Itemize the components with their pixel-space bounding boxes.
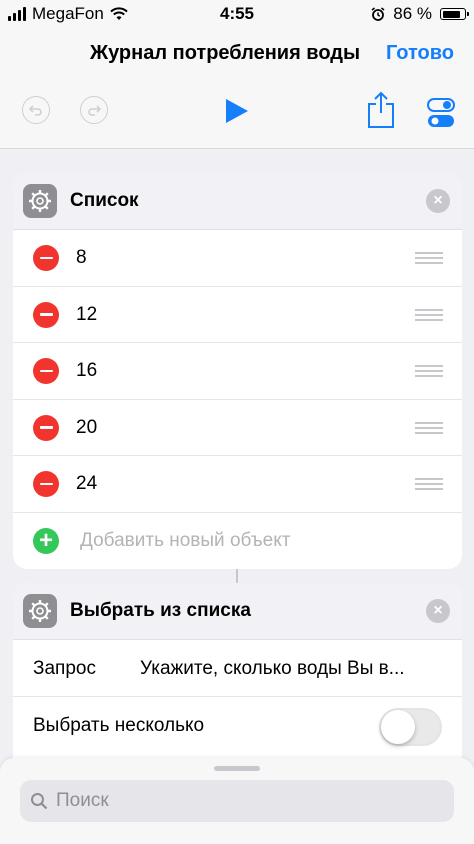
redo-icon xyxy=(88,105,101,116)
toggle-settings-icon xyxy=(427,98,455,127)
battery-icon xyxy=(440,8,469,20)
status-right: 86 % xyxy=(371,4,469,24)
add-item-placeholder[interactable]: Добавить новый объект xyxy=(80,530,290,552)
add-item-row[interactable]: + Добавить новый объект xyxy=(13,513,462,569)
add-item-button[interactable]: + xyxy=(33,526,59,554)
play-icon xyxy=(226,99,248,123)
delete-item-button[interactable] xyxy=(33,414,59,441)
page-title: Журнал потребления воды xyxy=(90,42,361,64)
redo-button[interactable] xyxy=(80,96,108,124)
delete-item-button[interactable] xyxy=(33,301,59,328)
choose-from-list-card: Выбрать из списка × Запрос Укажите, скол… xyxy=(13,583,462,783)
delete-item-button[interactable] xyxy=(33,358,59,384)
reorder-handle-icon[interactable] xyxy=(415,365,443,380)
plus-icon: + xyxy=(38,526,53,554)
alarm-icon xyxy=(371,7,385,21)
delete-item-button[interactable] xyxy=(33,245,59,271)
close-icon: × xyxy=(433,602,443,619)
list-item-value[interactable]: 12 xyxy=(76,304,97,326)
gear-icon xyxy=(23,594,57,628)
settings-button[interactable] xyxy=(427,98,455,133)
navigation-bar: Журнал потребления воды Готово xyxy=(0,28,474,149)
undo-icon xyxy=(29,105,42,116)
list-item-value[interactable]: 24 xyxy=(76,473,97,495)
list-item-value[interactable]: 20 xyxy=(76,417,97,439)
toggle-knob xyxy=(381,710,415,744)
prompt-field[interactable]: Укажите, сколько воды Вы в... xyxy=(140,658,405,680)
battery-percent: 86 % xyxy=(393,4,432,23)
undo-button[interactable] xyxy=(22,96,50,124)
reorder-handle-icon[interactable] xyxy=(415,252,443,267)
search-icon xyxy=(30,792,48,810)
list-item: 20 xyxy=(13,400,462,456)
list-card-header: Список × xyxy=(13,173,462,230)
status-bar: MegaFon 4:55 86 % xyxy=(0,0,474,28)
list-item: 16 xyxy=(13,343,462,400)
search-field[interactable]: Поиск xyxy=(20,780,454,822)
list-card-title: Список xyxy=(70,190,139,211)
list-action-card: Список × 8 12 16 20 24 + Добавить новый … xyxy=(13,173,462,569)
prompt-label: Запрос xyxy=(33,658,96,679)
list-item-value[interactable]: 16 xyxy=(76,360,97,382)
delete-item-button[interactable] xyxy=(33,471,59,497)
battery-fill xyxy=(442,10,460,18)
reorder-handle-icon[interactable] xyxy=(415,478,443,493)
reorder-handle-icon[interactable] xyxy=(415,308,443,324)
share-icon xyxy=(368,91,394,128)
gear-icon xyxy=(23,184,57,218)
search-placeholder[interactable]: Поиск xyxy=(56,790,109,812)
select-multiple-toggle[interactable] xyxy=(379,708,442,746)
list-item-value[interactable]: 8 xyxy=(76,247,87,269)
sheet-grabber[interactable] xyxy=(214,766,260,771)
select-multiple-row: Выбрать несколько xyxy=(13,697,462,753)
actions-bottom-sheet: Поиск xyxy=(0,758,474,844)
list-item: 8 xyxy=(13,230,462,287)
run-button[interactable] xyxy=(225,98,249,129)
done-button[interactable]: Готово xyxy=(386,42,454,65)
reorder-handle-icon[interactable] xyxy=(415,421,443,437)
list-item: 24 xyxy=(13,456,462,513)
prompt-row[interactable]: Запрос Укажите, сколько воды Вы в... xyxy=(13,640,462,697)
list-item: 12 xyxy=(13,287,462,343)
close-icon: × xyxy=(433,192,443,209)
remove-choose-action-button[interactable]: × xyxy=(426,599,450,623)
remove-list-action-button[interactable]: × xyxy=(426,189,450,213)
select-multiple-label: Выбрать несколько xyxy=(33,715,205,736)
choose-card-header: Выбрать из списка × xyxy=(13,583,462,640)
share-button[interactable] xyxy=(367,91,395,134)
action-connector xyxy=(236,569,238,583)
choose-card-title: Выбрать из списка xyxy=(70,600,251,621)
